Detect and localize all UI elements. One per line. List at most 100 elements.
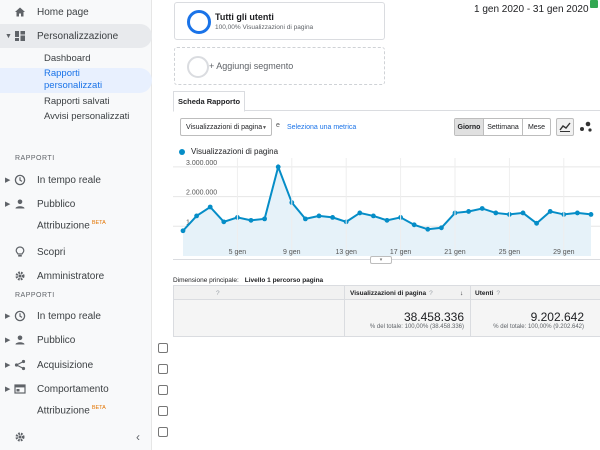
nav-customization-label: Personalizzazione <box>37 30 119 42</box>
data-point[interactable] <box>425 226 431 232</box>
help-icon: ? <box>496 290 501 297</box>
empty-circle-icon <box>187 56 209 78</box>
time-granularity-group: Giorno Settimana Mese <box>454 118 551 136</box>
nav-behavior[interactable]: ▶ Comportamento <box>0 377 152 401</box>
segment-circle-icon <box>187 10 211 34</box>
data-point[interactable] <box>479 206 485 211</box>
row-checkbox[interactable] <box>158 343 168 353</box>
nav-discover[interactable]: Scopri <box>0 240 152 264</box>
add-segment-label: + Aggiungi segmento <box>209 61 294 71</box>
sort-desc-arrow-icon[interactable]: ↓ <box>460 290 463 297</box>
x-tick-label: 13 gen <box>335 249 357 256</box>
sub-dashboard[interactable]: Dashboard <box>44 53 90 65</box>
caret-right-icon: ▶ <box>5 313 11 320</box>
data-point[interactable] <box>575 210 580 216</box>
sub-custom-reports[interactable]: Rapporti personalizzati <box>44 68 134 92</box>
data-point[interactable] <box>439 225 444 231</box>
segment-all-users[interactable]: Tutti gli utenti 100,00% Visualizzazioni… <box>174 2 385 40</box>
settings-gear-icon[interactable] <box>14 431 26 446</box>
data-point[interactable] <box>316 213 322 219</box>
beta-badge: BETA <box>91 405 106 412</box>
range-week-button[interactable]: Settimana <box>484 119 523 135</box>
collapse-sidebar-chevron-icon[interactable]: ‹ <box>136 430 140 444</box>
data-point[interactable] <box>493 210 499 216</box>
add-segment-button[interactable]: + Aggiungi segmento <box>174 47 385 85</box>
caret-right-icon: ▶ <box>5 201 11 208</box>
col-users-header[interactable]: Utenti? <box>475 290 500 297</box>
row-checkbox[interactable] <box>158 385 168 395</box>
clock-icon <box>14 174 26 186</box>
metric-select-value: Visualizzazioni di pagina <box>186 124 263 131</box>
section-reports-header: RAPPORTI <box>15 155 55 162</box>
row-checkbox[interactable] <box>158 406 168 416</box>
data-point[interactable] <box>221 219 227 225</box>
total-users-pct: % del totale: 100,00% (9.202.642) <box>493 324 584 330</box>
data-point[interactable] <box>303 216 308 222</box>
table-divider <box>344 285 345 337</box>
select-metric-link[interactable]: Seleziona una metrica <box>287 124 356 131</box>
table-divider <box>470 285 471 337</box>
col-pageviews-header[interactable]: Visualizzazioni di pagina? <box>350 290 433 297</box>
nav-audience-label: Pubblico <box>37 198 76 210</box>
data-point[interactable] <box>588 212 594 217</box>
table-divider <box>173 285 174 337</box>
nav-attribution[interactable]: Attribuzione BETA <box>0 214 152 238</box>
data-point[interactable] <box>194 213 199 219</box>
data-point[interactable] <box>262 216 267 222</box>
nav-home-label: Home page <box>37 6 89 18</box>
data-point[interactable] <box>275 164 281 170</box>
tab-report[interactable]: Scheda Rapporto <box>173 91 245 112</box>
dimension-help-icon[interactable]: ? <box>213 290 220 297</box>
x-tick-label: 29 gen <box>553 249 575 256</box>
legend-label: Visualizzazioni di pagina <box>191 147 279 156</box>
sub-custom-alerts[interactable]: Avvisi personalizzati <box>44 111 134 123</box>
data-point[interactable] <box>248 217 254 223</box>
data-point[interactable] <box>411 222 417 228</box>
primary-dimension-value[interactable]: Livello 1 percorso pagina <box>245 277 323 284</box>
y-tick-label: 2.000.000 <box>186 190 217 197</box>
segment-title: Tutti gli utenti <box>215 12 274 22</box>
sub-saved-reports[interactable]: Rapporti salvati <box>44 96 109 108</box>
series-area <box>183 166 591 256</box>
range-month-button[interactable]: Mese <box>523 119 550 135</box>
table-header: ? Visualizzazioni di pagina? ↓ Utenti? <box>173 285 600 300</box>
nav-home[interactable]: Home page <box>0 0 152 24</box>
data-point[interactable] <box>384 217 390 223</box>
metric-select[interactable]: Visualizzazioni di pagina ▼ <box>180 118 272 136</box>
clock-icon <box>14 310 26 322</box>
data-point[interactable] <box>180 228 186 234</box>
nav-realtime-2[interactable]: ▶ In tempo reale <box>0 304 152 328</box>
home-icon <box>14 6 26 18</box>
x-tick-label: 17 gen <box>390 249 412 256</box>
nav-customization[interactable]: ▼ Personalizzazione <box>0 24 152 48</box>
gear-icon <box>14 270 26 282</box>
line-chart-toggle-icon[interactable] <box>556 118 574 136</box>
nav-audience-2[interactable]: ▶ Pubblico <box>0 328 152 352</box>
row-checkbox[interactable] <box>158 364 168 374</box>
nav-behavior-label: Comportamento <box>37 383 109 395</box>
sidebar: Home page ▼ Personalizzazione Dashboard … <box>0 0 152 450</box>
nav-attribution-2[interactable]: Attribuzione BETA <box>0 399 152 423</box>
nav-audience[interactable]: ▶ Pubblico <box>0 192 152 216</box>
pageviews-line-chart[interactable]: 1.000.0002.000.0003.000.0005 gen9 gen13 … <box>173 158 600 260</box>
data-point[interactable] <box>520 210 526 216</box>
behavior-window-icon <box>14 383 26 395</box>
chart-resize-handle[interactable]: ▾ <box>370 256 392 264</box>
data-point[interactable] <box>534 220 539 226</box>
data-point[interactable] <box>547 209 553 214</box>
motion-chart-toggle-icon[interactable] <box>576 118 596 136</box>
nav-realtime[interactable]: ▶ In tempo reale <box>0 168 152 192</box>
nav-acquisition[interactable]: ▶ Acquisizione <box>0 353 152 377</box>
data-point[interactable] <box>357 210 363 216</box>
data-point[interactable] <box>371 213 376 219</box>
help-icon: ? <box>429 290 433 297</box>
data-point[interactable] <box>207 204 213 210</box>
date-dropdown-icon[interactable] <box>590 0 598 8</box>
range-day-button[interactable]: Giorno <box>455 119 484 135</box>
data-point[interactable] <box>466 209 471 214</box>
nav-admin[interactable]: Amministratore <box>0 264 152 288</box>
data-point[interactable] <box>330 214 335 220</box>
date-range-picker[interactable]: 1 gen 2020 - 31 gen 2020 <box>474 4 589 15</box>
row-checkbox[interactable] <box>158 427 168 437</box>
beta-badge: BETA <box>91 220 106 227</box>
